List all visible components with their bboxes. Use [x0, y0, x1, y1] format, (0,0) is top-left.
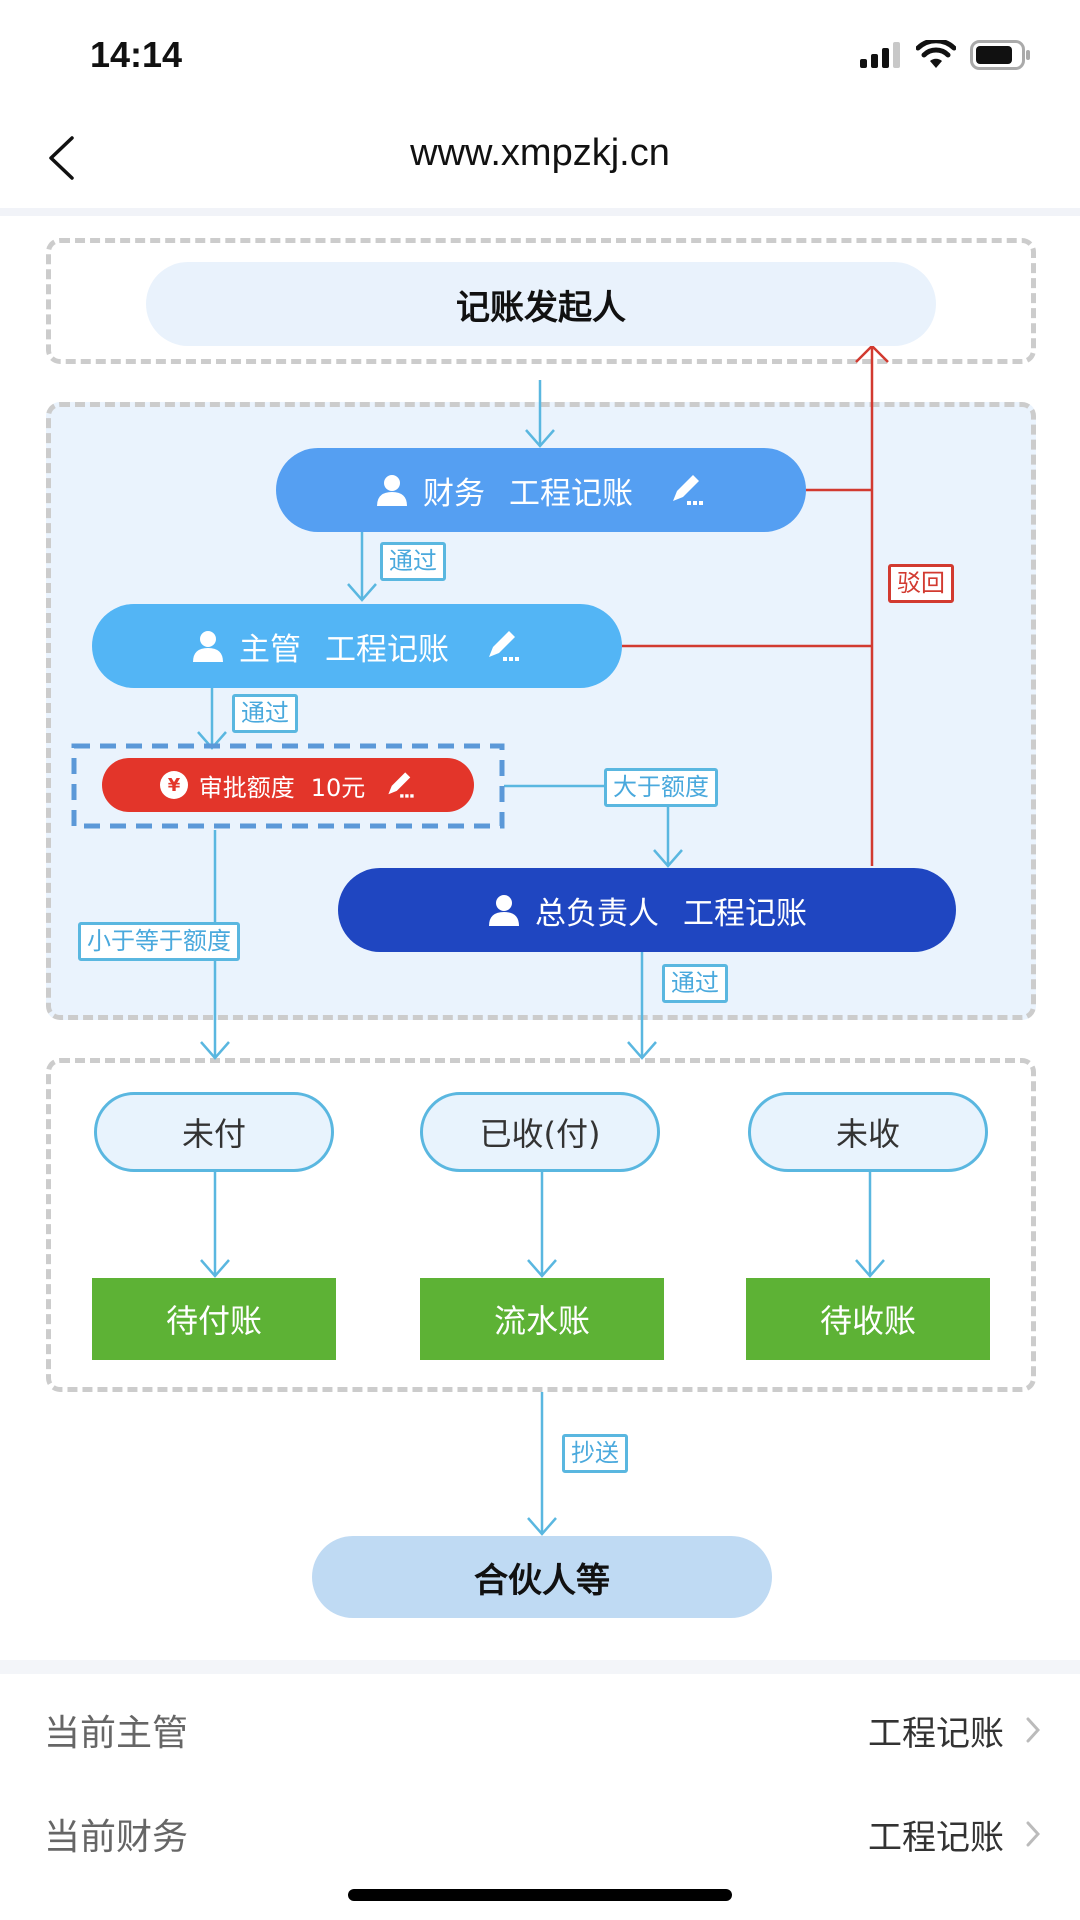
ledger-payable: 待付账	[92, 1278, 336, 1360]
home-indicator[interactable]	[348, 1889, 732, 1901]
chevron-right-icon	[1026, 1821, 1040, 1847]
ledger-journal: 流水账	[420, 1278, 664, 1360]
status-label: 已收(付)	[479, 1115, 601, 1153]
chevron-right-icon	[1026, 1717, 1040, 1743]
supervisor-node[interactable]: 主管 工程记账	[92, 604, 622, 688]
user-icon	[193, 631, 223, 662]
director-role: 总负责人	[535, 895, 659, 932]
initiator-label: 记账发起人	[456, 287, 626, 328]
ledger-label: 待付账	[165, 1302, 262, 1340]
edge-label-cc: 抄送	[562, 1434, 628, 1473]
row-label: 当前主管	[44, 1713, 189, 1754]
edge-label-reject: 驳回	[888, 564, 954, 603]
yen-icon: ¥	[159, 771, 188, 799]
row-label: 当前财务	[44, 1817, 189, 1858]
edit-icon[interactable]	[385, 770, 417, 800]
edit-icon[interactable]	[669, 473, 707, 507]
supervisor-name: 工程记账	[325, 631, 449, 668]
ledger-label: 待收账	[819, 1302, 916, 1340]
section-divider	[0, 1660, 1080, 1674]
approval-limit-label: 审批额度	[198, 773, 295, 802]
status-unreceived: 未收	[748, 1092, 988, 1172]
status-received-paid: 已收(付)	[420, 1092, 660, 1172]
edge-label-pass: 通过	[380, 542, 446, 581]
status-label: 未付	[181, 1115, 246, 1153]
status-label: 未收	[835, 1115, 900, 1153]
user-icon	[489, 895, 519, 926]
director-name: 工程记账	[683, 895, 807, 932]
cc-target-node: 合伙人等	[312, 1536, 772, 1618]
initiator-node: 记账发起人	[146, 262, 936, 346]
user-icon	[377, 475, 407, 506]
edge-label-pass: 通过	[662, 964, 728, 1003]
edge-label-pass: 通过	[232, 694, 298, 733]
row-value: 工程记账	[868, 1817, 1004, 1858]
current-finance-row[interactable]: 当前财务 工程记账	[0, 1784, 1080, 1884]
edge-label-below-or-equal-limit: 小于等于额度	[78, 922, 240, 961]
current-supervisor-row[interactable]: 当前主管 工程记账	[0, 1680, 1080, 1780]
edit-icon[interactable]	[485, 629, 523, 663]
row-value: 工程记账	[868, 1713, 1004, 1754]
svg-text:¥: ¥	[167, 775, 180, 796]
edge-label-above-limit: 大于额度	[604, 768, 718, 807]
finance-node[interactable]: 财务 工程记账	[276, 448, 806, 532]
supervisor-role: 主管	[239, 631, 301, 668]
approval-limit-amount: 10元	[310, 773, 366, 802]
ledger-receivable: 待收账	[746, 1278, 990, 1360]
cc-target-label: 合伙人等	[474, 1560, 610, 1601]
approval-limit-node[interactable]: ¥ 审批额度 10元	[102, 758, 474, 812]
finance-role: 财务	[423, 475, 485, 512]
director-node[interactable]: 总负责人 工程记账	[338, 868, 956, 952]
finance-name: 工程记账	[509, 475, 633, 512]
status-unpaid: 未付	[94, 1092, 334, 1172]
ledger-label: 流水账	[493, 1302, 590, 1340]
